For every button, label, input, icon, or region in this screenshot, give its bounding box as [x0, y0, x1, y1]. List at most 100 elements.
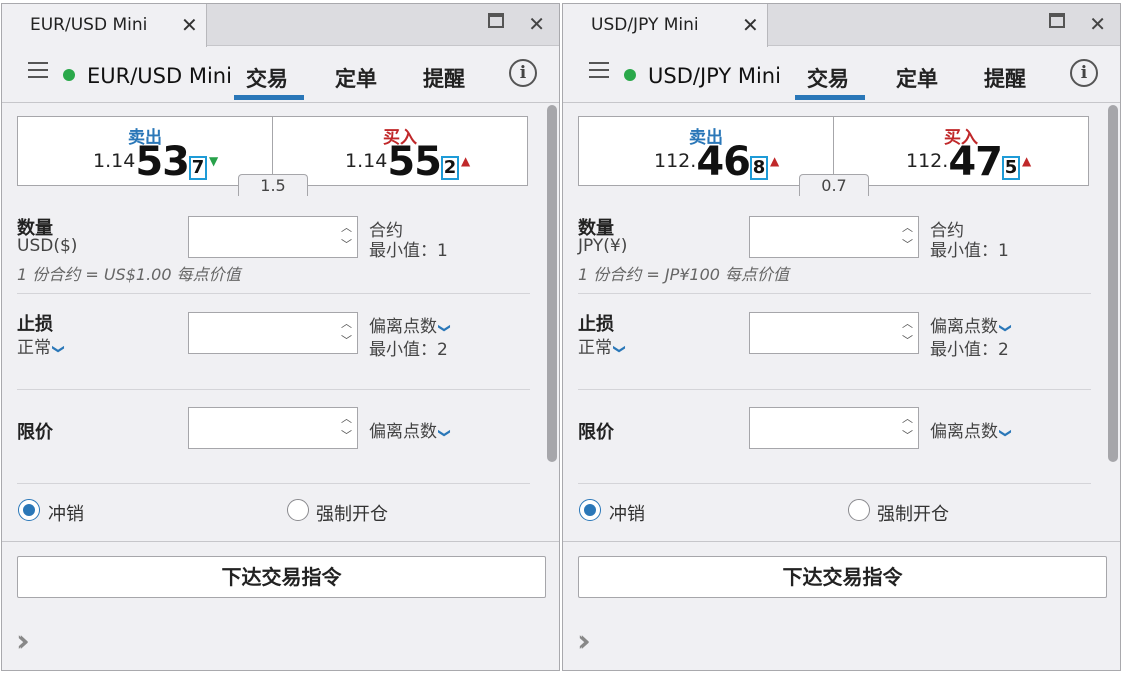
buy-price: 112.47 5 ▲: [906, 142, 1031, 182]
window-titlebar: USD/JPY Mini ✕ ✕: [563, 4, 1120, 47]
radio-force-open[interactable]: [287, 499, 309, 521]
divider: [17, 293, 530, 294]
tab-orders[interactable]: 定单: [335, 63, 377, 93]
chevron-down-icon: ❯: [52, 343, 67, 355]
quantity-currency: USD($): [17, 236, 78, 256]
quantity-min: 最小值：1: [930, 241, 1009, 261]
stop-type-dropdown[interactable]: 正常❯: [17, 333, 67, 358]
price-big-digits: 55: [387, 139, 442, 185]
price-pip-digit: 5: [1001, 156, 1020, 180]
quantity-min: 最小值：1: [369, 241, 448, 261]
divider: [578, 293, 1091, 294]
maximize-icon[interactable]: [1049, 12, 1065, 33]
limit-unit-value: 偏离点数: [930, 422, 998, 442]
price-up-arrow-icon: ▲: [769, 154, 780, 168]
quantity-stepper[interactable]: ︿ ﹀: [188, 216, 358, 258]
chevron-up-icon[interactable]: ︿: [902, 413, 913, 425]
scrollbar[interactable]: [1108, 105, 1118, 462]
sell-button[interactable]: 卖出 112.46 8 ▲: [578, 116, 834, 186]
place-trade-button[interactable]: 下达交易指令: [17, 556, 546, 598]
place-trade-button[interactable]: 下达交易指令: [578, 556, 1107, 598]
window-tab-title: EUR/USD Mini: [30, 15, 148, 35]
stop-loss-stepper[interactable]: ︿ ﹀: [749, 312, 919, 354]
limit-stepper[interactable]: ︿ ﹀: [188, 407, 358, 449]
price-up-arrow-icon: ▲: [460, 154, 471, 168]
chevron-down-icon[interactable]: ﹀: [902, 239, 913, 251]
window-tab-title: USD/JPY Mini: [591, 15, 699, 35]
stop-min: 最小值：2: [369, 340, 448, 360]
maximize-icon[interactable]: [488, 12, 504, 33]
hamburger-menu-icon[interactable]: [28, 62, 48, 80]
stop-unit-value: 偏离点数: [930, 317, 998, 337]
tab-trade[interactable]: 交易: [246, 63, 288, 93]
limit-unit-dropdown[interactable]: 偏离点数❯: [930, 417, 1013, 442]
chevron-down-icon: ❯: [999, 322, 1014, 334]
chevron-down-icon[interactable]: ﹀: [341, 239, 352, 251]
trade-ticket-panel: EUR/USD Mini ✕ ✕ EUR/USD Mini 交易 定单 提醒 i…: [1, 3, 560, 671]
radio-offset-label[interactable]: 冲销: [48, 500, 84, 526]
double-chevron-right-icon[interactable]: ››: [16, 624, 30, 659]
close-icon[interactable]: ✕: [528, 12, 545, 36]
radio-offset[interactable]: [18, 499, 40, 521]
quantity-stepper[interactable]: ︿ ﹀: [749, 216, 919, 258]
window-tab[interactable]: USD/JPY Mini ✕: [563, 4, 768, 47]
stop-loss-stepper[interactable]: ︿ ﹀: [188, 312, 358, 354]
close-icon[interactable]: ✕: [1089, 12, 1106, 36]
limit-label: 限价: [578, 422, 614, 443]
chevron-down-icon[interactable]: ﹀: [341, 335, 352, 347]
stop-type-dropdown[interactable]: 正常❯: [578, 333, 628, 358]
limit-stepper[interactable]: ︿ ﹀: [749, 407, 919, 449]
info-icon[interactable]: i: [509, 59, 537, 87]
price-prefix: 112.: [906, 150, 949, 172]
price-prefix: 1.14: [93, 150, 136, 172]
buy-price: 1.1455 2 ▲: [345, 142, 470, 182]
scrollbar[interactable]: [547, 105, 557, 462]
window-tab[interactable]: EUR/USD Mini ✕: [2, 4, 207, 47]
live-status-dot: [63, 69, 75, 81]
price-pip-digit: 2: [440, 156, 459, 180]
tab-trade[interactable]: 交易: [807, 63, 849, 93]
chevron-up-icon[interactable]: ︿: [341, 318, 352, 330]
active-tab-indicator: [795, 95, 865, 100]
stop-type-value: 正常: [17, 338, 51, 358]
chevron-down-icon[interactable]: ﹀: [902, 430, 913, 442]
stop-min: 最小值：2: [930, 340, 1009, 360]
close-icon[interactable]: ✕: [181, 13, 198, 37]
price-down-arrow-icon: ▼: [208, 154, 219, 168]
tab-alerts[interactable]: 提醒: [423, 63, 465, 93]
buy-button[interactable]: 买入 112.47 5 ▲: [833, 116, 1089, 186]
chevron-down-icon[interactable]: ﹀: [341, 430, 352, 442]
ticket-nav: USD/JPY Mini 交易 定单 提醒 i: [563, 47, 1120, 103]
tab-orders[interactable]: 定单: [896, 63, 938, 93]
info-icon[interactable]: i: [1070, 59, 1098, 87]
radio-force-open-label[interactable]: 强制开仓: [877, 500, 949, 526]
buy-button[interactable]: 买入 1.1455 2 ▲: [272, 116, 528, 186]
radio-force-open[interactable]: [848, 499, 870, 521]
chevron-up-icon[interactable]: ︿: [902, 318, 913, 330]
close-icon[interactable]: ✕: [742, 13, 759, 37]
stop-type-value: 正常: [578, 338, 612, 358]
price-big-digits: 46: [696, 139, 751, 185]
ticket-footer: 下达交易指令 ››: [563, 541, 1120, 670]
trade-ticket-panel: USD/JPY Mini ✕ ✕ USD/JPY Mini 交易 定单 提醒 i…: [562, 3, 1121, 671]
limit-unit-dropdown[interactable]: 偏离点数❯: [369, 417, 452, 442]
radio-force-open-label[interactable]: 强制开仓: [316, 500, 388, 526]
price-prefix: 112.: [654, 150, 697, 172]
sell-button[interactable]: 卖出 1.1453 7 ▼: [17, 116, 273, 186]
stop-unit-dropdown[interactable]: 偏离点数❯: [369, 312, 452, 337]
price-prefix: 1.14: [345, 150, 388, 172]
chevron-down-icon[interactable]: ﹀: [902, 335, 913, 347]
limit-unit-value: 偏离点数: [369, 422, 437, 442]
ticket-body: 卖出 1.1453 7 ▼ 买入 1.1455 2 ▲ 1.5 数量 USD($) ︿ …: [2, 104, 559, 541]
chevron-down-icon: ❯: [613, 343, 628, 355]
tab-alerts[interactable]: 提醒: [984, 63, 1026, 93]
chevron-up-icon[interactable]: ︿: [902, 222, 913, 234]
instrument-name: EUR/USD Mini: [87, 64, 232, 88]
chevron-up-icon[interactable]: ︿: [341, 413, 352, 425]
radio-offset-label[interactable]: 冲销: [609, 500, 645, 526]
stop-unit-dropdown[interactable]: 偏离点数❯: [930, 312, 1014, 337]
hamburger-menu-icon[interactable]: [589, 62, 609, 80]
double-chevron-right-icon[interactable]: ››: [577, 624, 591, 659]
radio-offset[interactable]: [579, 499, 601, 521]
chevron-up-icon[interactable]: ︿: [341, 222, 352, 234]
